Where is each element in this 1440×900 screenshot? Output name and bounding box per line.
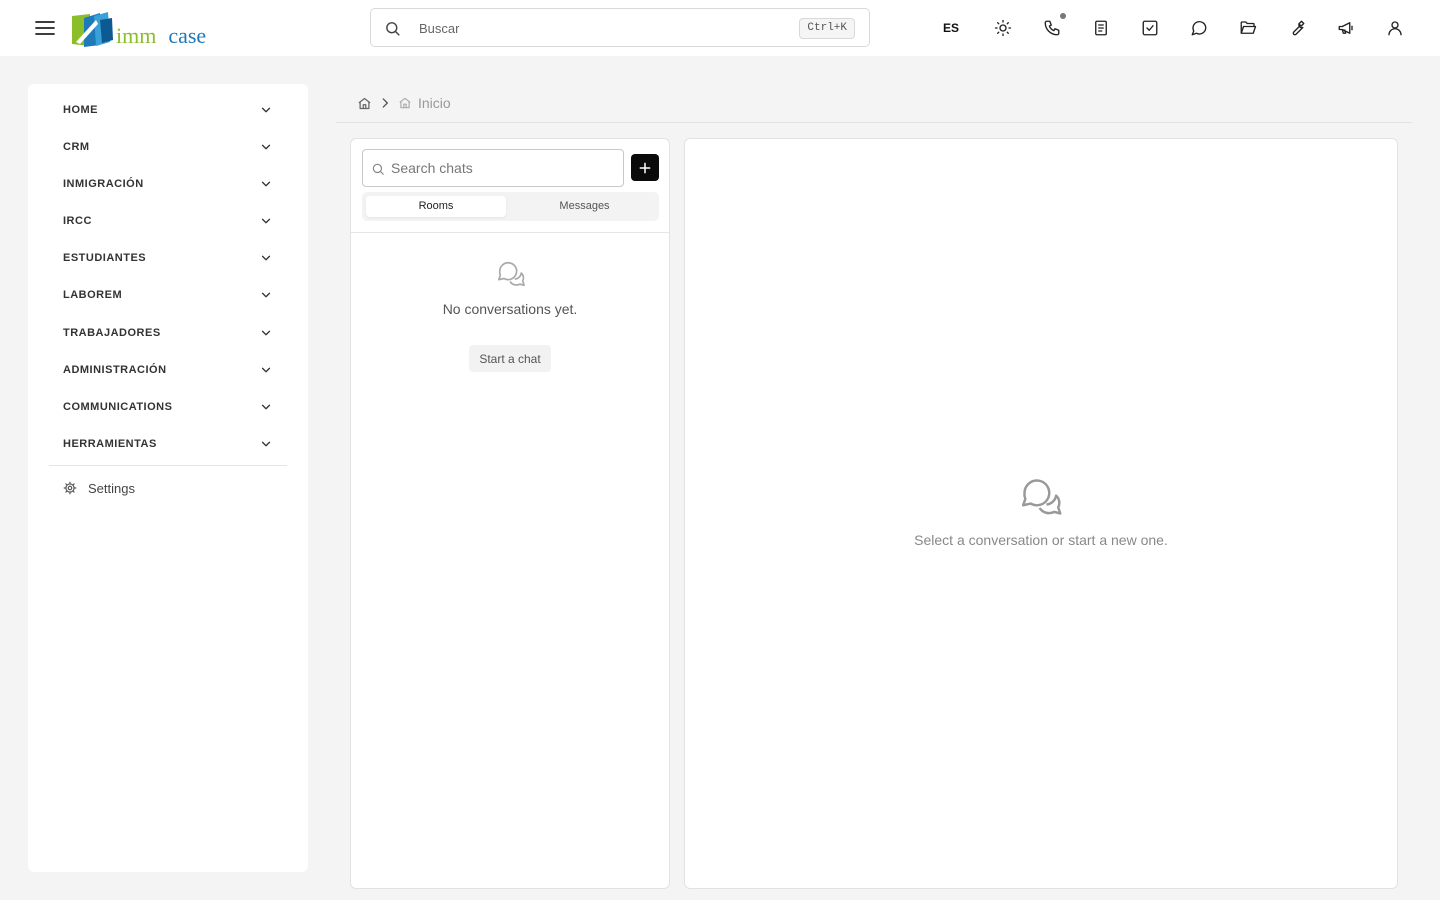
conversation-placeholder-text: Select a conversation or start a new one… [914, 532, 1168, 548]
tab-messages[interactable]: Messages [514, 196, 655, 217]
chat-tabs: Rooms Messages [362, 192, 659, 221]
chevron-right-icon [382, 98, 388, 108]
sidebar-item-label: IRCC [63, 215, 92, 227]
chat-search[interactable] [362, 149, 624, 187]
megaphone-icon[interactable] [1335, 17, 1357, 39]
gear-icon [63, 481, 77, 495]
chevron-down-icon [261, 404, 271, 410]
folder-open-icon[interactable] [1237, 17, 1259, 39]
chat-icon[interactable] [1188, 17, 1210, 39]
sidebar-item-label: ADMINISTRACIÓN [63, 364, 167, 376]
top-bar: imm case Ctrl+K ES [0, 0, 1440, 56]
conversation-panel: Select a conversation or start a new one… [684, 138, 1398, 889]
checkbox-icon[interactable] [1139, 17, 1161, 39]
sidebar-item-home[interactable]: HOME [63, 100, 273, 120]
phone-notification-dot [1060, 13, 1066, 19]
sidebar-item-estudiantes[interactable]: ESTUDIANTES [63, 248, 273, 268]
search-icon [384, 20, 401, 37]
logo-text-case: case [168, 23, 207, 48]
sidebar-item-label: CRM [63, 141, 90, 153]
sidebar-item-label: COMMUNICATIONS [63, 401, 173, 413]
sidebar-item-label: ESTUDIANTES [63, 252, 147, 264]
home-icon [399, 97, 411, 109]
settings-label: Settings [88, 480, 135, 496]
sidebar-item-trabajadores[interactable]: TRABAJADORES [63, 323, 273, 343]
sidebar-item-label: INMIGRACIÓN [63, 178, 144, 190]
sidebar: HOME CRM INMIGRACIÓN IRCC ESTUDIANTES LA… [28, 84, 308, 872]
global-search[interactable]: Ctrl+K [370, 8, 870, 47]
sidebar-item-inmigracion[interactable]: INMIGRACIÓN [63, 174, 273, 194]
tab-rooms[interactable]: Rooms [366, 196, 506, 217]
search-shortcut-hint: Ctrl+K [799, 18, 855, 39]
chevron-down-icon [261, 292, 271, 298]
home-icon[interactable] [357, 96, 372, 111]
logo-mark-icon [72, 12, 113, 47]
chevron-down-icon [261, 218, 271, 224]
global-search-input[interactable] [419, 17, 799, 39]
sidebar-item-communications[interactable]: COMMUNICATIONS [63, 397, 273, 417]
sidebar-item-laborem[interactable]: LABOREM [63, 285, 273, 305]
breadcrumb-current: Inicio [418, 95, 451, 111]
chevron-down-icon [261, 144, 271, 150]
phone-icon[interactable] [1041, 13, 1066, 39]
search-icon [371, 162, 385, 176]
sidebar-item-herramientas[interactable]: HERRAMIENTAS [63, 434, 273, 454]
breadcrumb: Inicio [357, 93, 451, 113]
chevron-down-icon [261, 255, 271, 261]
plus-icon [639, 162, 651, 173]
chevron-down-icon [261, 181, 271, 187]
chevron-down-icon [261, 367, 271, 373]
user-icon[interactable] [1384, 17, 1406, 39]
wrench-icon[interactable] [1286, 17, 1308, 39]
notes-icon[interactable] [1090, 17, 1112, 39]
logo-text-imm: imm [116, 23, 157, 48]
chat-search-input[interactable] [391, 158, 616, 178]
content-divider [336, 122, 1412, 123]
new-chat-button[interactable] [631, 154, 659, 181]
sidebar-divider [49, 465, 287, 466]
chat-bubbles-icon [497, 261, 525, 287]
sidebar-item-ircc[interactable]: IRCC [63, 211, 273, 231]
sidebar-item-settings[interactable]: Settings [63, 478, 135, 498]
sidebar-item-label: LABOREM [63, 289, 123, 301]
sidebar-item-label: HERRAMIENTAS [63, 438, 157, 450]
language-switcher[interactable]: ES [934, 18, 968, 38]
logo[interactable]: imm case [70, 10, 206, 48]
sidebar-item-administracion[interactable]: ADMINISTRACIÓN [63, 360, 273, 380]
chevron-down-icon [261, 107, 271, 113]
menu-icon[interactable] [33, 16, 57, 40]
chat-bubbles-icon [1021, 479, 1062, 515]
sidebar-item-crm[interactable]: CRM [63, 137, 273, 157]
chevron-down-icon [261, 330, 271, 336]
chat-list-panel: Rooms Messages No conversations yet. Sta… [350, 138, 670, 889]
start-chat-button[interactable]: Start a chat [469, 345, 551, 372]
chevron-down-icon [261, 441, 271, 447]
empty-state-text: No conversations yet. [442, 301, 578, 317]
list-divider [351, 232, 669, 233]
sidebar-item-label: HOME [63, 104, 98, 116]
sun-icon[interactable] [992, 17, 1014, 39]
sidebar-item-label: TRABAJADORES [63, 327, 161, 339]
